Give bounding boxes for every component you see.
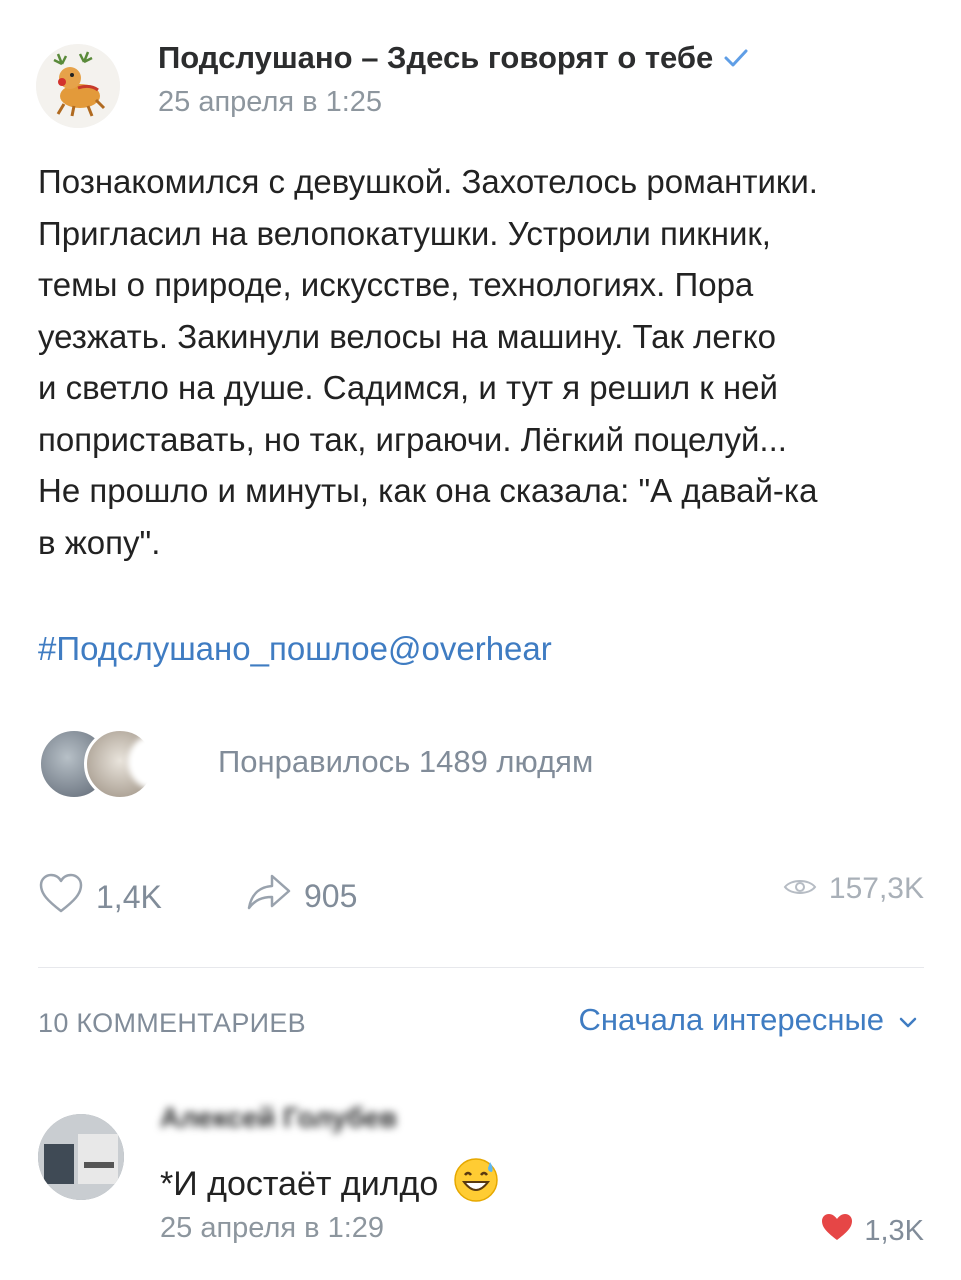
hashtag-link[interactable]: #Подслушано_пошлое@overhear: [38, 630, 552, 668]
post-date[interactable]: 25 апреля в 1:25: [158, 86, 382, 119]
verified-check-icon: [723, 48, 749, 68]
commenter-avatar[interactable]: [38, 1114, 124, 1200]
chevron-down-icon: [898, 1002, 918, 1038]
comment-likes-count: 1,3K: [864, 1214, 924, 1247]
comments-count: 10 КОММЕНТАРИЕВ: [38, 1008, 306, 1038]
heart-filled-icon: [820, 1212, 854, 1250]
like-button[interactable]: 1,4K: [38, 872, 162, 922]
comment-text: *И достаёт дилдо: [160, 1156, 500, 1213]
grinning-sweat-emoji-icon: [452, 1156, 500, 1213]
blur-overlay: [128, 734, 218, 790]
comments-sort-dropdown[interactable]: Сначала интересные: [578, 1002, 918, 1038]
sort-label: Сначала интересные: [578, 1002, 884, 1037]
share-button[interactable]: 905: [246, 872, 357, 920]
community-name-row: Подслушано – Здесь говорят о тебе: [158, 40, 749, 76]
community-name[interactable]: Подслушано – Здесь говорят о тебе: [158, 40, 713, 76]
avatar-image: [38, 1114, 124, 1200]
comments-header: 10 КОММЕНТАРИЕВ Сначала интересные: [38, 1002, 918, 1042]
comment-text-content: *И достаёт дилдо: [160, 1165, 439, 1203]
likes-count: 1,4K: [96, 878, 162, 915]
community-avatar[interactable]: [36, 44, 120, 128]
likes-summary[interactable]: Понравилось 1489 людям: [38, 728, 738, 800]
post-text: Познакомился с девушкой. Захотелось рома…: [38, 163, 818, 561]
divider: [38, 967, 924, 968]
comment-item: Алексей Голубев *И достаёт дилдо 25 апре…: [38, 1094, 924, 1264]
heart-outline-icon: [38, 872, 84, 922]
views-indicator: 157,3K: [783, 872, 924, 906]
eye-icon: [783, 872, 817, 906]
likes-summary-text: Понравилось 1489 людям: [218, 744, 594, 779]
post-actions: 1,4K 905 157,3K: [38, 872, 924, 932]
shares-count: 905: [304, 877, 358, 914]
comment-like-button[interactable]: 1,3K: [820, 1212, 924, 1250]
reindeer-logo-icon: [36, 44, 120, 128]
comment-author[interactable]: Алексей Голубев: [160, 1102, 580, 1142]
liker-avatars: [38, 728, 218, 800]
share-arrow-icon: [246, 872, 292, 920]
views-count: 157,3K: [828, 872, 924, 905]
comment-date[interactable]: 25 апреля в 1:29: [160, 1212, 384, 1245]
post-header: Подслушано – Здесь говорят о тебе 25 апр…: [36, 36, 936, 136]
